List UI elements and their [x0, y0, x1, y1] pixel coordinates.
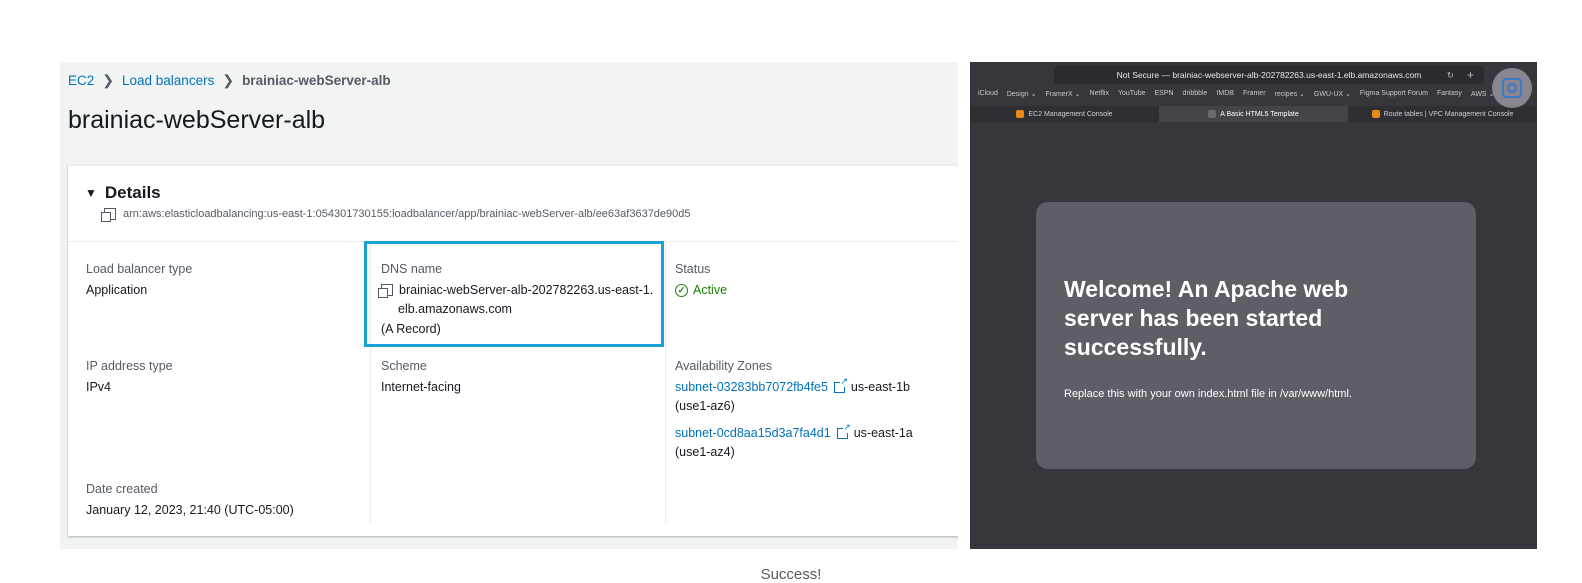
dns-name-value: brainiac-webServer-alb-202782263.us-east… — [399, 283, 654, 297]
date-created-label: Date created — [86, 482, 158, 496]
az-id: (use1-az4) — [675, 445, 735, 459]
external-link-icon[interactable] — [833, 376, 848, 394]
breadcrumb: EC2 ❯ Load balancers ❯ brainiac-webServe… — [68, 72, 391, 89]
bookmark[interactable]: Figma Support Forum — [1360, 90, 1428, 98]
reload-icon[interactable]: ↻ — [1447, 66, 1454, 84]
bookmark[interactable]: iCloud — [978, 90, 998, 98]
az-label: Availability Zones — [675, 359, 773, 373]
dns-name-line1: brainiac-webServer-alb-202782263.us-east… — [378, 283, 654, 298]
address-bar[interactable]: Not Secure — brainiac-webserver-alb-2027… — [1054, 66, 1484, 84]
tab-route-tables[interactable]: Route tables | VPC Management Console — [1348, 106, 1537, 122]
image-caption: Success! — [760, 566, 822, 583]
welcome-title: Welcome! An Apache web server has been s… — [1064, 276, 1349, 360]
url-text: Not Secure — brainiac-webserver-alb-2027… — [1116, 70, 1422, 80]
bookmark[interactable]: recipes ⌄ — [1275, 90, 1305, 98]
bookmarks-bar: iCloud Design ⌄ FramerX ⌄ Netflix YouTub… — [978, 90, 1494, 98]
scheme-label: Scheme — [381, 359, 427, 373]
check-circle-icon: ✓ — [675, 283, 688, 297]
tab-html5-template[interactable]: A Basic HTML5 Template — [1159, 106, 1348, 122]
arn-value: arn:aws:elasticloadbalancing:us-east-1:0… — [123, 208, 691, 220]
az-item: subnet-03283bb7072fb4fe5 us-east-1b — [675, 376, 910, 394]
breadcrumb-load-balancers[interactable]: Load balancers — [122, 73, 214, 88]
az-id: (use1-az6) — [675, 399, 735, 413]
bookmark[interactable]: ESPN — [1154, 90, 1173, 98]
visual-lookup-icon[interactable] — [1492, 68, 1532, 108]
copy-icon[interactable] — [101, 208, 116, 222]
aws-console-screenshot: EC2 ❯ Load balancers ❯ brainiac-webServe… — [60, 62, 958, 549]
copy-icon[interactable] — [378, 284, 393, 298]
dns-record: (A Record) — [381, 322, 441, 336]
new-tab-icon[interactable]: + — [1467, 66, 1474, 84]
chevron-right-icon: ❯ — [222, 72, 235, 88]
status-label: Status — [675, 262, 711, 276]
status-value: Active — [693, 283, 728, 297]
bookmark[interactable]: dribbble — [1183, 90, 1208, 98]
arn-row: arn:aws:elasticloadbalancing:us-east-1:0… — [101, 208, 691, 222]
scan-icon — [1502, 78, 1522, 98]
bookmark[interactable]: FramerX ⌄ — [1045, 90, 1080, 98]
chevron-right-icon: ❯ — [102, 72, 114, 88]
breadcrumb-current: brainiac-webServer-alb — [242, 73, 391, 88]
browser-screenshot: Not Secure — brainiac-webserver-alb-2027… — [970, 62, 1537, 549]
ip-type-label: IP address type — [86, 359, 173, 373]
details-header: ▼ Details arn:aws:elasticloadbalancing:u… — [68, 166, 958, 242]
details-heading: Details — [104, 183, 161, 202]
az-zone: us-east-1b — [850, 380, 910, 394]
bookmark[interactable]: YouTube — [1118, 90, 1146, 98]
breadcrumb-ec2[interactable]: EC2 — [68, 73, 94, 88]
status-badge: ✓ Active — [675, 283, 727, 297]
column-divider — [665, 242, 666, 524]
browser-tabs: EC2 Management Console A Basic HTML5 Tem… — [970, 106, 1537, 122]
page-title: brainiac-webServer-alb — [68, 106, 326, 134]
bookmark[interactable]: IMDB — [1216, 90, 1234, 98]
tab-label: Route tables | VPC Management Console — [1383, 110, 1514, 118]
date-created-value: January 12, 2023, 21:40 (UTC-05:00) — [86, 503, 294, 517]
details-toggle[interactable]: ▼ Details — [85, 183, 161, 203]
subnet-link[interactable]: subnet-0cd8aa15d3a7fa4d1 — [675, 426, 831, 440]
dns-name-line2: elb.amazonaws.com — [398, 302, 512, 316]
bookmark[interactable]: Framer — [1243, 90, 1266, 98]
lb-type-value: Application — [86, 283, 148, 297]
ip-type-value: IPv4 — [86, 380, 112, 394]
bookmark[interactable]: Design ⌄ — [1007, 90, 1037, 98]
page-favicon-icon — [1208, 110, 1217, 118]
az-zone: us-east-1a — [853, 426, 913, 440]
bookmark[interactable]: Fantasy — [1437, 90, 1462, 98]
external-link-icon[interactable] — [836, 422, 851, 440]
welcome-card: Welcome! An Apache web server has been s… — [1036, 202, 1476, 469]
dns-name-label: DNS name — [381, 262, 443, 276]
subnet-link[interactable]: subnet-03283bb7072fb4fe5 — [675, 380, 828, 394]
az-item: subnet-0cd8aa15d3a7fa4d1 us-east-1a — [675, 422, 913, 440]
tab-ec2-console[interactable]: EC2 Management Console — [970, 106, 1159, 122]
bookmark[interactable]: GWU-UX ⌄ — [1314, 90, 1351, 98]
welcome-text: Replace this with your own index.html fi… — [1064, 388, 1352, 400]
details-card: ▼ Details arn:aws:elasticloadbalancing:u… — [68, 165, 958, 536]
tab-label: EC2 Management Console — [1028, 110, 1113, 118]
bookmark[interactable]: Netflix — [1090, 90, 1109, 98]
caret-down-icon: ▼ — [85, 186, 97, 200]
aws-favicon-icon — [1016, 110, 1025, 118]
scheme-value: Internet-facing — [381, 380, 461, 394]
aws-favicon-icon — [1371, 110, 1380, 118]
lb-type-label: Load balancer type — [86, 262, 193, 276]
bookmark[interactable]: AWS ⌄ — [1471, 90, 1495, 98]
tab-label: A Basic HTML5 Template — [1220, 110, 1299, 118]
